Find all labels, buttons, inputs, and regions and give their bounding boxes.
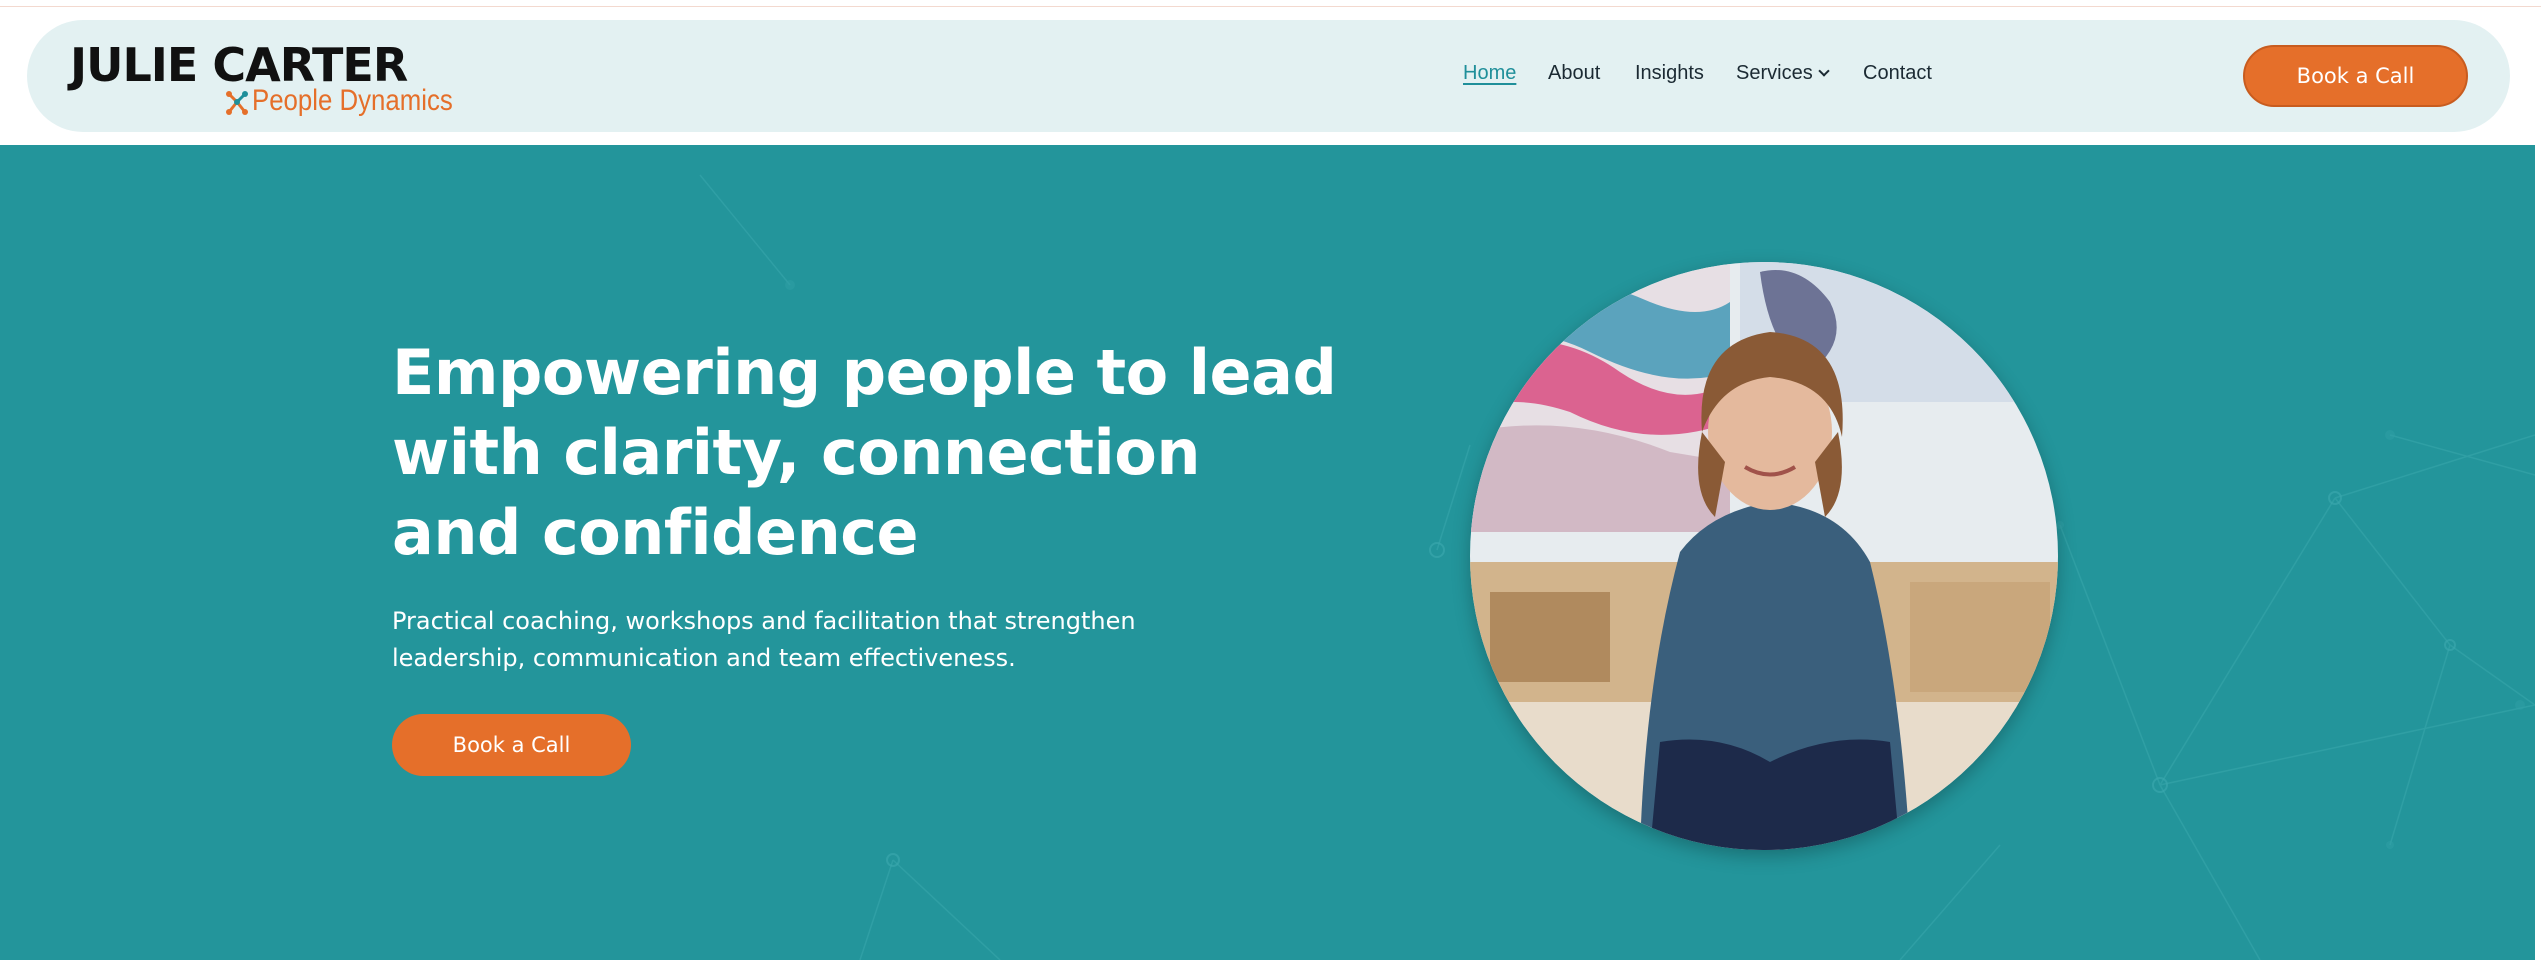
- hero-subtitle: Practical coaching, workshops and facili…: [392, 607, 1136, 672]
- nav-contact[interactable]: Contact: [1863, 62, 1932, 92]
- nav-about[interactable]: About: [1548, 62, 1600, 92]
- portrait-photo-icon: [1470, 262, 2058, 850]
- page-edge: [2535, 145, 2541, 960]
- hero-section: Empowering people to lead with clarity, …: [0, 145, 2535, 960]
- portrait-photo: [1470, 262, 2058, 850]
- people-network-icon: [226, 91, 248, 115]
- hero-headline: Empowering people to lead with clarity, …: [392, 336, 1337, 569]
- brand-name: JULIE CARTER: [70, 38, 408, 92]
- nav-insights[interactable]: Insights: [1635, 62, 1704, 92]
- chevron-down-icon: [1818, 65, 1830, 77]
- brand-tagline: People Dynamics: [252, 84, 453, 117]
- hero-book-call-button[interactable]: Book a Call: [392, 714, 631, 776]
- top-rule: [0, 0, 2541, 7]
- nav-services-label: Services: [1736, 62, 1813, 84]
- brand-logo[interactable]: JULIE CARTER People Dynamics: [70, 38, 453, 120]
- header-book-call-button[interactable]: Book a Call: [2243, 45, 2468, 107]
- nav-services[interactable]: Services: [1736, 62, 1830, 92]
- nav-home[interactable]: Home: [1463, 62, 1516, 92]
